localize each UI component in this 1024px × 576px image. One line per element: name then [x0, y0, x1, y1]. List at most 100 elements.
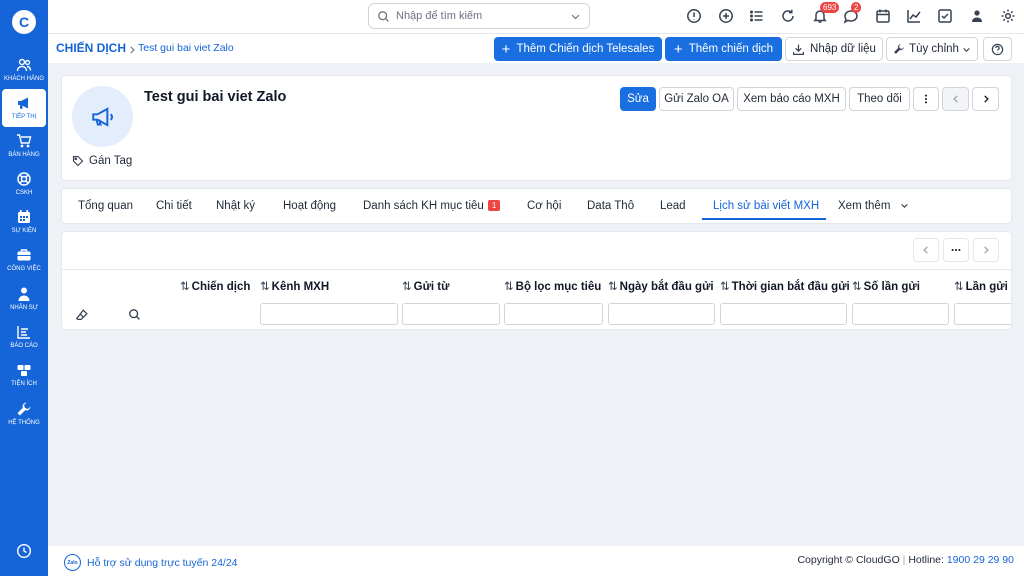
column-header-start-date[interactable]: ⇅ Ngày bắt đầu gửi — [608, 279, 714, 293]
column-header-social-channel[interactable]: ⇅ Kênh MXH — [260, 279, 329, 293]
sidebar-item-tasks[interactable]: Công việc — [2, 245, 46, 279]
tab-opportunities[interactable]: Cơ hội — [527, 200, 561, 212]
search-input[interactable]: Nhập để tìm kiếm — [396, 10, 482, 22]
calendar-icon — [18, 210, 30, 223]
filter-start-time-input[interactable] — [720, 303, 847, 325]
sidebar-item-label: Bán hàng — [8, 152, 40, 158]
tab-label: Danh sách KH mục tiêu — [363, 200, 484, 212]
filter-target-filter-input[interactable] — [504, 303, 603, 325]
filter-last-sent-input[interactable] — [954, 303, 1011, 325]
messages-button[interactable]: 2 — [843, 2, 862, 24]
sidebar-item-label: Tiếp thị — [11, 114, 37, 120]
wrench-icon — [17, 402, 31, 416]
filter-social-channel-input[interactable] — [260, 303, 398, 325]
filter-sent-from-input[interactable] — [402, 303, 500, 325]
active-tab-indicator — [702, 218, 826, 220]
column-header-start-time[interactable]: ⇅ Thời gian bắt đầu gửi — [720, 279, 850, 293]
list-icon[interactable] — [749, 8, 765, 24]
prev-page-button[interactable] — [913, 238, 939, 262]
tab-raw-data[interactable]: Data Thô — [587, 200, 634, 212]
prev-record-button[interactable] — [942, 87, 969, 111]
help-icon — [991, 43, 1004, 55]
search-icon[interactable] — [128, 308, 141, 321]
record-tabs: Tổng quan Chi tiết Nhật ký Hoạt động Dan… — [61, 188, 1012, 224]
table-options-button[interactable] — [943, 238, 969, 262]
hotline-number[interactable]: 1900 29 29 90 — [947, 554, 1014, 566]
column-header-send-count[interactable]: ⇅ Số lần gửi — [852, 279, 920, 293]
copyright-text: Copyright © CloudGO — [797, 554, 900, 566]
messages-badge: 2 — [851, 2, 862, 13]
breadcrumb-current: Test gui bai viet Zalo — [138, 42, 234, 54]
tag-icon — [72, 155, 84, 167]
follow-button[interactable]: Theo dõi — [849, 87, 910, 111]
column-header-target-filter[interactable]: ⇅ Bộ lọc mục tiêu — [504, 279, 601, 293]
send-zalo-oa-button[interactable]: Gửi Zalo OA — [659, 87, 734, 111]
tab-activities[interactable]: Hoạt động — [283, 200, 336, 212]
clock-icon[interactable] — [16, 543, 32, 559]
filter-send-count-input[interactable] — [852, 303, 949, 325]
chart-line-icon[interactable] — [906, 8, 922, 24]
tab-lead[interactable]: Lead — [660, 200, 686, 212]
sort-icon: ⇅ — [180, 281, 190, 293]
view-social-report-button[interactable]: Xem báo cáo MXH — [737, 87, 846, 111]
refresh-icon[interactable] — [780, 8, 796, 24]
chevron-down-icon[interactable] — [570, 11, 581, 22]
column-header-last-sent[interactable]: ⇅Lần gửi g — [954, 279, 1011, 293]
column-header-campaign[interactable]: ⇅ Chiến dịch — [180, 279, 250, 293]
tab-social-post-history[interactable]: Lịch sử bài viết MXH — [713, 200, 819, 212]
column-label: Thời gian bắt đầu gửi — [731, 281, 850, 293]
more-menu-button[interactable] — [913, 87, 939, 111]
add-circle-icon[interactable] — [718, 8, 734, 24]
sidebar-item-label: Nhân sự — [10, 305, 38, 311]
sidebar-item-sales[interactable]: Bán hàng — [2, 131, 46, 165]
hotline-label: Hotline: — [908, 554, 944, 566]
support-link[interactable]: Zalo Hỗ trợ sử dụng trực tuyến 24/24 — [64, 554, 238, 571]
next-page-button[interactable] — [973, 238, 999, 262]
sidebar-item-customers[interactable]: Khách hàng — [2, 55, 46, 89]
tab-more[interactable]: Xem thêm — [838, 200, 909, 212]
edit-button[interactable]: Sửa — [620, 87, 656, 111]
user-icon[interactable] — [969, 8, 985, 24]
users-icon — [16, 58, 32, 72]
clear-filter-icon[interactable] — [75, 308, 89, 322]
customize-button[interactable]: Tùy chỉnh — [886, 37, 978, 61]
global-search[interactable]: Nhập để tìm kiếm — [368, 3, 590, 29]
record-header-card: Test gui bai viet Zalo Gán Tag Sửa Gửi Z… — [61, 75, 1012, 181]
sidebar-item-system[interactable]: Hệ thống — [2, 399, 46, 433]
person-icon — [18, 287, 30, 301]
tab-details[interactable]: Chi tiết — [156, 200, 192, 212]
help-button[interactable] — [983, 37, 1012, 61]
sidebar-item-marketing[interactable]: Tiếp thị — [2, 89, 46, 127]
chevron-right-icon — [983, 95, 989, 103]
wrench-icon — [894, 44, 904, 54]
alert-circle-icon[interactable] — [686, 8, 702, 24]
gear-icon[interactable] — [1000, 8, 1016, 24]
column-header-sent-from[interactable]: ⇅ Gửi từ — [402, 279, 449, 293]
breadcrumb-root[interactable]: CHIẾN DỊCH — [56, 41, 126, 55]
assign-tag-link[interactable]: Gán Tag — [72, 155, 132, 167]
next-record-button[interactable] — [972, 87, 999, 111]
app-logo-icon[interactable]: C — [12, 10, 36, 34]
breadcrumb: CHIẾN DỊCH Test gui bai viet Zalo + Thêm… — [48, 33, 1024, 63]
plus-icon: + — [673, 40, 683, 58]
chevron-left-icon — [923, 246, 928, 254]
calendar-icon[interactable] — [875, 8, 891, 24]
notifications-button[interactable]: 693 — [812, 2, 840, 24]
checkbox-icon[interactable] — [937, 8, 953, 24]
tab-log[interactable]: Nhật ký — [216, 200, 255, 212]
import-data-button[interactable]: Nhập dữ liệu — [785, 37, 883, 61]
sidebar-item-reports[interactable]: Báo cáo — [2, 322, 46, 356]
add-campaign-button[interactable]: + Thêm chiến dịch — [665, 37, 782, 61]
add-telesales-campaign-button[interactable]: + Thêm Chiến dịch Telesales — [494, 37, 662, 61]
sidebar-item-utilities[interactable]: Tiện ích — [2, 360, 46, 394]
sidebar-item-events[interactable]: Sự kiện — [2, 207, 46, 241]
sidebar-item-hr[interactable]: Nhân sự — [2, 284, 46, 318]
sort-icon: ⇅ — [504, 281, 514, 293]
sidebar-item-support[interactable]: CSKH — [2, 169, 46, 203]
tab-overview[interactable]: Tổng quan — [78, 200, 133, 212]
chevron-down-icon — [963, 47, 970, 52]
button-label: Theo dõi — [857, 93, 902, 105]
filter-start-date-input[interactable] — [608, 303, 715, 325]
record-title: Test gui bai viet Zalo — [144, 89, 287, 105]
tab-target-customers[interactable]: Danh sách KH mục tiêu 1 — [363, 200, 501, 212]
